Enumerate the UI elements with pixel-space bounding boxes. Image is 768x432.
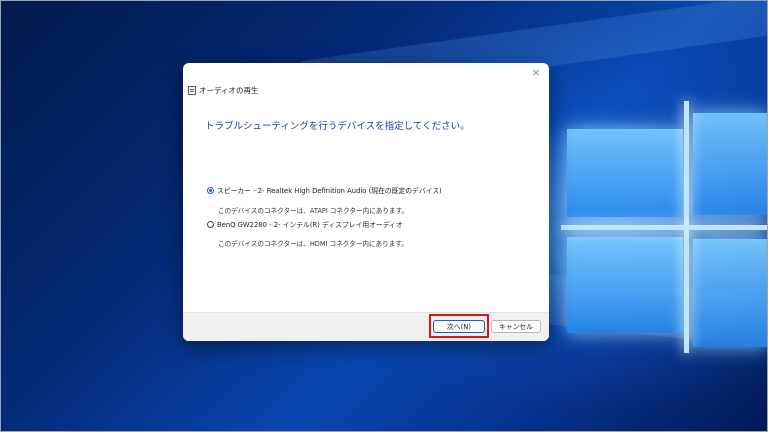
instruction-heading: トラブルシューティングを行うデバイスを指定してください。 [205,121,470,132]
troubleshooter-dialog: × オーディオの再生 トラブルシューティングを行うデバイスを指定してください。 … [183,63,549,341]
device-option-speaker[interactable]: スピーカー - 2- Realtek High Definition Audio… [207,185,442,195]
device-option-description: このデバイスのコネクターは、HDMI コネクター内にあります。 [218,240,408,248]
window-pane [567,237,683,333]
cancel-button[interactable]: キャンセル [491,320,541,333]
window-pane [567,129,683,217]
window-pane [693,113,767,215]
dialog-title: オーディオの再生 [199,85,259,95]
device-option-description: このデバイスのコネクターは、ATAPI コネクター内にあります。 [218,207,409,215]
troubleshooter-app-icon [188,85,196,95]
close-icon[interactable]: × [529,66,543,80]
next-button-highlight [429,314,489,338]
dialog-title-bar: オーディオの再生 [188,84,258,96]
window-pane [693,239,767,347]
radio-selected-icon[interactable] [207,186,214,194]
radio-unselected-icon[interactable] [207,220,214,228]
device-option-label[interactable]: スピーカー - 2- Realtek High Definition Audio… [217,185,442,195]
device-option-label[interactable]: BenQ GW2280 - 2- インテル(R) ディスプレイ用オーディオ [217,219,403,229]
window-frame [561,225,767,230]
device-option-benq[interactable]: BenQ GW2280 - 2- インテル(R) ディスプレイ用オーディオ [207,219,403,229]
dialog-footer: 次へ(N) キャンセル [183,312,549,341]
